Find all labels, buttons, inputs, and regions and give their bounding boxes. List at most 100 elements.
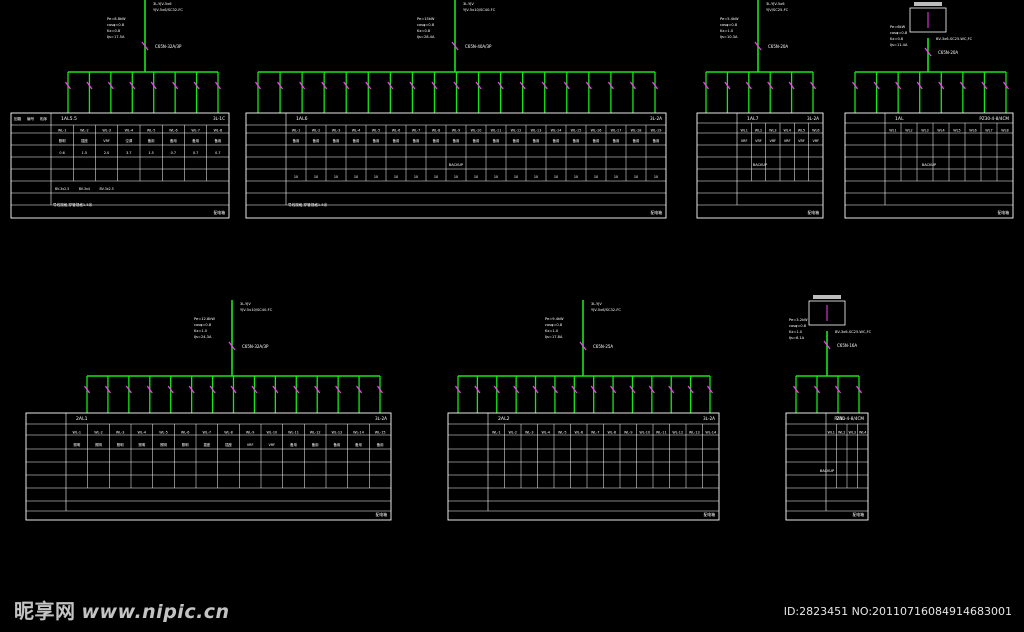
panel-2al: C65N-16A Pe=3.2kW cosφ=0.8 Kx=1.0 Ijs=6.1A BV… — [785, 295, 872, 521]
circuit-id: WL-9 — [452, 129, 461, 133]
panel-1al6: C65N-40A/3P Pe=15kW cosφ=0.8 Kx=0.8 Ijs=28.4… — [245, 0, 667, 219]
circuit-id: WL-1 — [58, 129, 67, 133]
circuit-id: WL-12 — [511, 129, 522, 133]
incoming-param: Ijs=24.3A — [194, 335, 212, 339]
feeder-type: 3L-YJV — [240, 302, 251, 306]
circuit-id: WL-6 — [574, 431, 583, 435]
incoming-param: Kx=1.0 — [194, 329, 208, 333]
incoming-param: Ijs=6.1A — [789, 336, 805, 340]
circuit-current: 10 — [554, 175, 558, 179]
incoming-param: Pe=8.8kW — [107, 17, 126, 21]
main-breaker-label: C65N-40A/3P — [465, 44, 492, 49]
feeder-type: 3L-YJV — [591, 302, 602, 306]
circuit-id: WL-8 — [432, 129, 441, 133]
circuit-id: WL6 — [969, 129, 976, 133]
circuit-id: WL6 — [812, 129, 819, 133]
main-breaker-label: C65N-20A — [768, 44, 788, 49]
circuit-use: 备用 — [413, 138, 420, 143]
circuit-cable: BV-3x2.5 — [55, 187, 69, 191]
circuit-id: WL-12 — [672, 431, 683, 435]
circuit-id: WL-5 — [372, 129, 381, 133]
circuit-power: 0.7 — [171, 151, 176, 155]
panel-title: 1AL5.5 — [61, 116, 77, 122]
circuit-use: 备用 — [355, 442, 362, 447]
row-header: 相序 — [40, 116, 48, 121]
circuit-id: WL-7 — [191, 129, 200, 133]
incoming-param: cosφ=0.8 — [417, 23, 435, 27]
circuit-id: WL8 — [1001, 129, 1008, 133]
panel-code: 3L-2A — [703, 416, 715, 421]
row-header: 回路 — [14, 116, 22, 121]
panel-code: PZ30-4-8/4CM — [979, 116, 1009, 121]
circuit-id: WL5 — [798, 129, 805, 133]
circuit-id: WL-6 — [169, 129, 178, 133]
circuit-use: VRF — [755, 139, 762, 143]
incoming-param: Pe=12.8kW — [194, 317, 215, 321]
circuit-use: 备用 — [633, 138, 640, 143]
circuit-id: WL-10 — [639, 431, 650, 435]
incoming-param: Ijs=11.4A — [890, 43, 908, 47]
circuit-power: 0.7 — [193, 151, 198, 155]
feeder-cable: BV-3x6-SC25-WC,FC — [936, 37, 973, 41]
main-breaker-label: C65N-16A — [837, 343, 857, 348]
circuit-current: 10 — [614, 175, 618, 179]
incoming-param: Kx=0.8 — [107, 29, 121, 33]
circuit-use: VRF — [798, 139, 805, 143]
main-breaker-label: C65N-32A/3P — [155, 44, 182, 49]
circuit-id: WL2 — [838, 431, 845, 435]
circuit-use: 照明 — [182, 443, 189, 447]
circuit-use: 照明 — [73, 443, 80, 447]
watermark-url: www.nipic.cn — [81, 601, 230, 623]
circuit-use: 备用 — [214, 138, 221, 143]
circuit-id: WL-10 — [471, 129, 482, 133]
feeder-cable: YJV-5x10/SC40-FC — [463, 8, 496, 12]
circuit-id: WL-8 — [214, 129, 223, 133]
main-breaker-label: C65N-25A — [593, 344, 613, 349]
circuit-id: WL-3 — [332, 129, 341, 133]
panel-mid-label: BACKUP — [922, 163, 937, 167]
circuit-use: 备用 — [553, 138, 560, 143]
circuit-id: WL3 — [921, 129, 928, 133]
main-breaker-label: C65N-20A — [938, 50, 958, 55]
panel-2al2: C65N-25A Pe=9.4kW cosφ=0.8 Kx=1.0 Ijs=17.8A 3… — [447, 300, 720, 521]
circuit-current: 10 — [474, 175, 478, 179]
circuit-id: WL-7 — [412, 129, 421, 133]
circuit-use: 备用 — [312, 442, 319, 447]
circuit-use: 备用 — [613, 138, 620, 143]
circuit-id: WL-5 — [147, 129, 156, 133]
circuit-id: WL-5 — [558, 431, 567, 435]
panel-code: 3L-2A — [650, 116, 662, 121]
circuit-id: WL4 — [859, 431, 866, 435]
panel-1al: C65N-20A Pe=6kW cosφ=0.8 Kx=0.8 Ijs=11.4A BV-… — [844, 2, 1014, 219]
circuit-id: WL-9 — [246, 431, 255, 435]
circuit-id: WL-7 — [203, 431, 212, 435]
circuit-table — [25, 412, 392, 521]
circuit-id: WL-9 — [624, 431, 633, 435]
circuit-use: VRF — [784, 139, 791, 143]
circuit-current: 10 — [514, 175, 518, 179]
panel-1al5-5: C65N-32A/3P Pe=8.8kW cosφ=0.8 Kx=0.8 Ijs=17.… — [10, 0, 230, 219]
circuit-id: WL-4 — [352, 129, 361, 133]
circuit-id: WL-11 — [491, 129, 502, 133]
circuit-id: WL-7 — [591, 431, 600, 435]
incoming-param: Pe=5.4kW — [720, 17, 739, 21]
circuit-current: 10 — [634, 175, 638, 179]
circuit-id: WL-14 — [551, 129, 562, 133]
panel-note: 导线规格,穿管规格1.5米 — [288, 202, 328, 207]
circuit-current: 10 — [534, 175, 538, 179]
circuit-id: WL-15 — [375, 431, 386, 435]
circuit-use: 备用 — [373, 138, 380, 143]
circuit-use: VRF — [813, 139, 820, 143]
incoming-param: Kx=0.8 — [890, 37, 904, 41]
circuit-id: WL-1 — [492, 431, 501, 435]
circuit-use: VRF — [103, 139, 110, 143]
panel-code: 3L-2A — [375, 416, 387, 421]
circuit-id: WL-3 — [116, 431, 125, 435]
distribution-diagram: C65N-32A/3P Pe=8.8kW cosφ=0.8 Kx=0.8 Ijs=17.… — [10, 0, 1014, 521]
row-header: 编号 — [27, 116, 35, 121]
circuit-power: 1.5 — [148, 151, 153, 155]
circuit-use: 空调 — [125, 138, 132, 143]
circuit-id: WL-14 — [705, 431, 716, 435]
circuit-power: 0.7 — [215, 151, 220, 155]
circuit-use: 备用 — [653, 138, 660, 143]
